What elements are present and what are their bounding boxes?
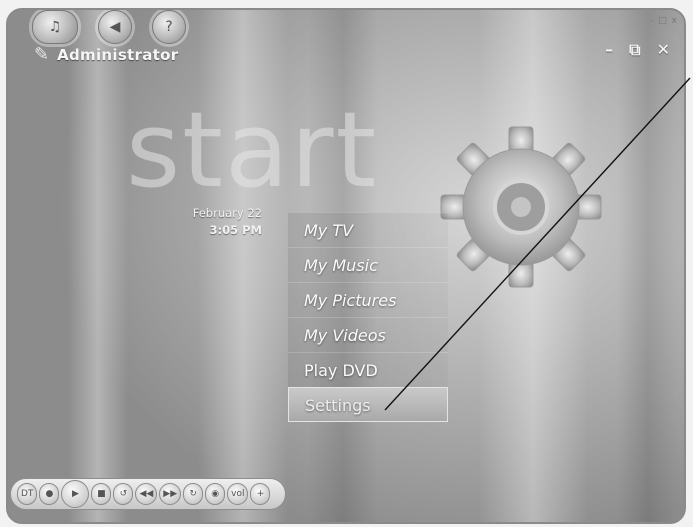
media-center-logo-icon: ♫ bbox=[48, 19, 62, 35]
top-navigation-buttons: ♫ ◀ ? bbox=[32, 10, 186, 44]
start-menu: My TV My Music My Pictures My Videos Pla… bbox=[288, 212, 448, 422]
close-button[interactable]: ✕ bbox=[657, 40, 670, 60]
media-center-logo-button[interactable]: ♫ bbox=[32, 10, 78, 44]
record-button[interactable]: ● bbox=[39, 483, 60, 505]
menu-item-my-tv[interactable]: My TV bbox=[288, 212, 448, 247]
window-mini-controls: - □ x bbox=[650, 16, 678, 26]
help-button[interactable]: ? bbox=[152, 10, 186, 44]
restore-button[interactable]: ⧉ bbox=[629, 40, 640, 60]
guide-button[interactable]: DT bbox=[17, 483, 38, 505]
user-name: Administrator bbox=[57, 45, 179, 64]
help-icon: ? bbox=[165, 19, 173, 35]
time-text: 3:05 PM bbox=[209, 223, 262, 237]
skip-button[interactable]: ↻ bbox=[183, 483, 204, 505]
play-pause-button[interactable]: ▶ bbox=[61, 480, 90, 508]
mute-button[interactable]: ◉ bbox=[205, 483, 226, 505]
media-center-window: - □ x ♫ ◀ ? ✎ Administrator – ⧉ ✕ start bbox=[6, 8, 686, 524]
menu-item-my-music[interactable]: My Music bbox=[288, 247, 448, 282]
background-streak bbox=[618, 10, 678, 522]
gear-icon bbox=[440, 126, 602, 288]
menu-item-my-videos[interactable]: My Videos bbox=[288, 317, 448, 352]
transport-controls-bar: DT ● ▶ ■ ↺ ◀◀ ▶▶ ↻ ◉ vol + bbox=[10, 478, 286, 510]
background-streak bbox=[68, 10, 128, 522]
menu-item-play-dvd[interactable]: Play DVD bbox=[288, 352, 448, 387]
window-controls: – ⧉ ✕ bbox=[605, 40, 670, 60]
user-row: ✎ Administrator bbox=[34, 44, 178, 65]
media-center-screenshot: - □ x ♫ ◀ ? ✎ Administrator – ⧉ ✕ start bbox=[0, 0, 693, 527]
user-icon: ✎ bbox=[34, 44, 50, 65]
minimize-button[interactable]: – bbox=[605, 40, 613, 60]
stop-button[interactable]: ■ bbox=[91, 483, 112, 505]
background-streak bbox=[198, 10, 288, 522]
date-text: February 22 bbox=[192, 206, 262, 220]
back-button[interactable]: ◀ bbox=[98, 10, 132, 44]
volume-label: vol bbox=[227, 483, 249, 505]
date-time-display: February 22 3:05 PM bbox=[138, 205, 262, 239]
fast-forward-button[interactable]: ▶▶ bbox=[159, 483, 182, 505]
menu-item-my-pictures[interactable]: My Pictures bbox=[288, 282, 448, 317]
replay-button[interactable]: ↺ bbox=[113, 483, 134, 505]
rewind-button[interactable]: ◀◀ bbox=[135, 483, 158, 505]
back-icon: ◀ bbox=[109, 19, 121, 35]
menu-item-settings[interactable]: Settings bbox=[288, 387, 448, 422]
start-watermark: start bbox=[126, 89, 379, 211]
volume-up-button[interactable]: + bbox=[250, 483, 271, 505]
